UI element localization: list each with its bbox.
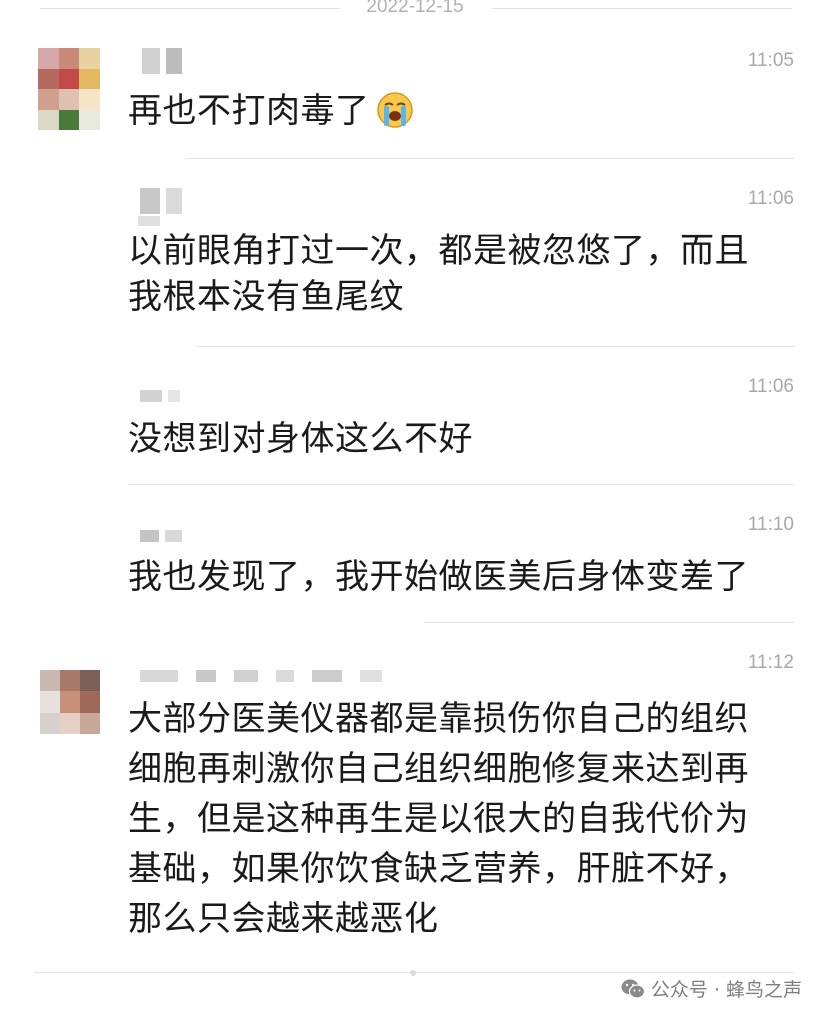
- message-divider: [128, 484, 794, 485]
- date-divider-right: [492, 8, 792, 9]
- message-divider: [196, 346, 794, 347]
- message-divider: [186, 158, 794, 159]
- message-text: 没想到对身体这么不好: [128, 419, 473, 459]
- message-time: 11:10: [747, 514, 794, 535]
- sender-name-blurred: [140, 188, 182, 214]
- message-text: 大部分医美仪器都是靠损伤你自己的组织细胞再刺激你自己组织细胞修复来达到再生，但是…: [128, 699, 749, 939]
- sender-name-blurred-2: [138, 216, 160, 226]
- loudly-crying-face-icon: [376, 92, 413, 128]
- watermark-text: 公众号 · 蜂鸟之声: [650, 979, 802, 1001]
- message-text-content: 再也不打肉毒了: [128, 91, 370, 131]
- sender-name-blurred: [140, 530, 182, 542]
- avatar[interactable]: [40, 670, 120, 734]
- message-text: 我也发现了，我开始做医美后身体变差了: [128, 557, 749, 597]
- sender-name-blurred: [140, 670, 410, 682]
- message-divider: [424, 622, 794, 623]
- message-time: 11:06: [747, 188, 794, 209]
- message-time: 11:05: [747, 50, 794, 71]
- sender-name-blurred: [140, 390, 180, 402]
- date-text: 2022-12-15: [366, 0, 464, 17]
- message-time: 11:12: [747, 652, 794, 673]
- watermark: 公众号 · 蜂鸟之声: [621, 975, 802, 1002]
- message-time: 11:06: [747, 376, 794, 397]
- avatar[interactable]: [38, 48, 120, 130]
- sender-name-blurred: [142, 48, 182, 74]
- wechat-icon: [621, 979, 645, 999]
- message-text: 以前眼角打过一次，都是被忽悠了，而且我根本没有鱼尾纹: [128, 231, 749, 317]
- scroll-dot: [410, 970, 416, 976]
- date-divider-left: [40, 8, 340, 9]
- date-separator: 2022-12-15: [0, 0, 828, 22]
- message-text: 再也不打肉毒了: [128, 88, 788, 134]
